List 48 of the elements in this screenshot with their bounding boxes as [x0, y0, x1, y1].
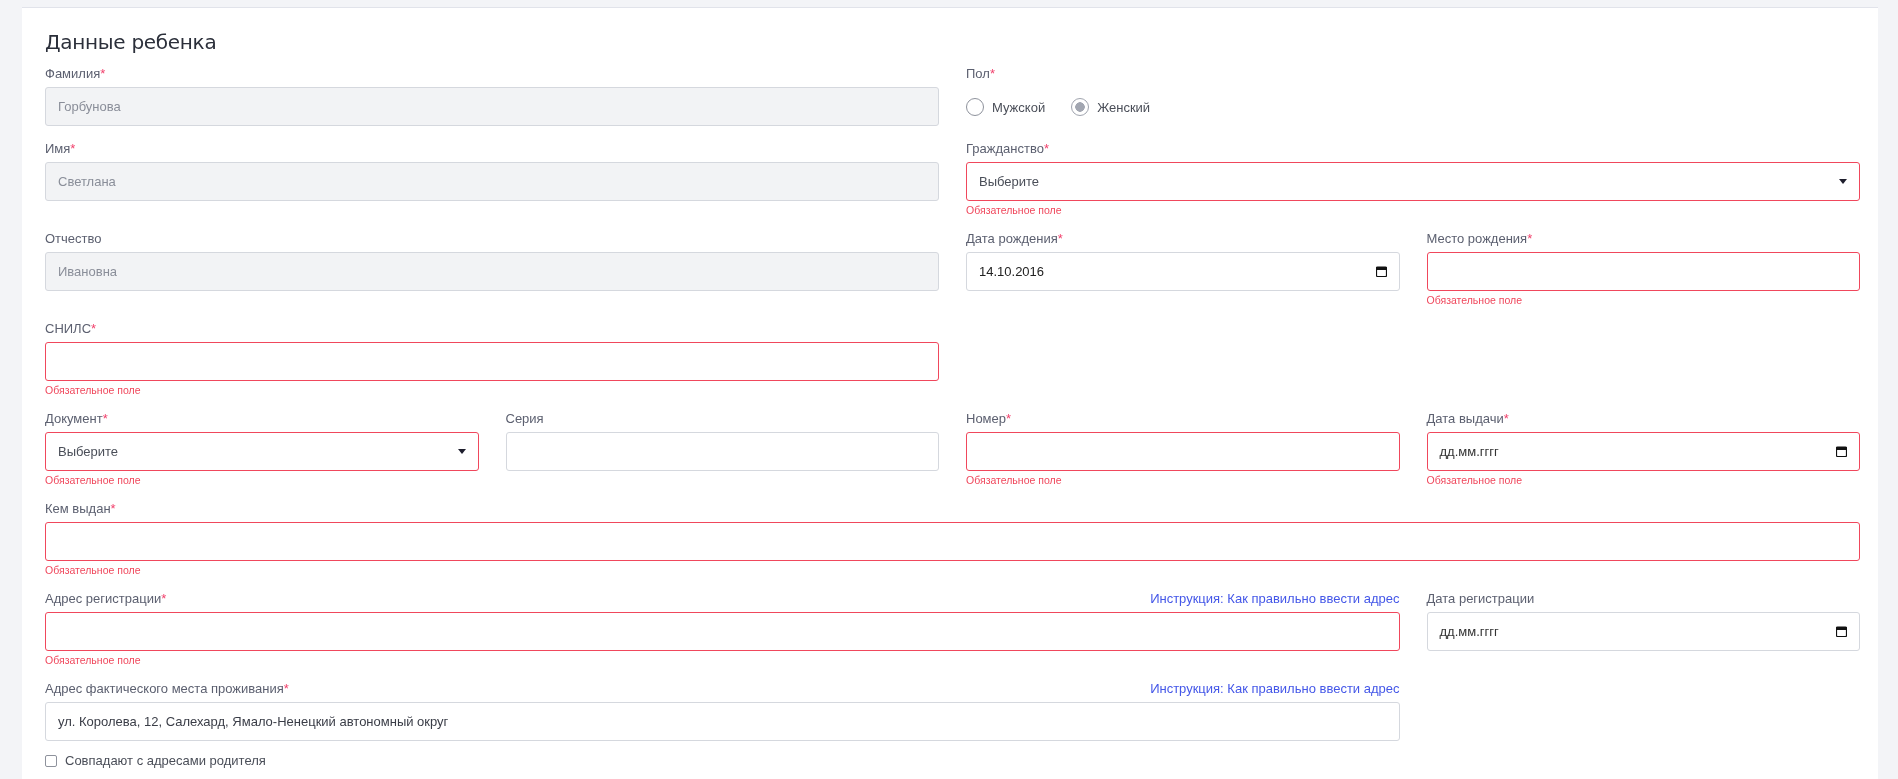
field-label: СНИЛС*	[45, 321, 97, 336]
input-field[interactable]	[1426, 252, 1860, 291]
field-label: Имя*	[45, 141, 76, 156]
error-message: Обязательное поле	[45, 654, 142, 667]
calendar-icon	[1375, 266, 1387, 277]
input-field[interactable]	[45, 522, 1860, 561]
select-field[interactable]: Выберите	[966, 162, 1860, 201]
field-label: Документ*	[45, 411, 108, 426]
calendar-icon	[1836, 626, 1847, 637]
error-message: Обязательное поле	[45, 564, 142, 577]
calendar-icon	[1836, 446, 1847, 457]
caret-icon	[1839, 179, 1847, 184]
field-label: Адрес регистрации*	[45, 591, 167, 606]
radio-label: Женский	[1097, 99, 1151, 115]
radio-label: Мужской	[992, 99, 1046, 115]
field-label: Место рождения*	[1426, 231, 1533, 246]
error-message: Обязательное поле	[45, 384, 142, 397]
date-field[interactable]: дд.мм.гггг	[1426, 432, 1860, 471]
input-field[interactable]	[45, 342, 939, 381]
field-label: Дата рождения*	[966, 231, 1063, 246]
select-field[interactable]: Выберите	[45, 432, 479, 471]
field-label: Адрес фактического места проживания*	[45, 681, 289, 696]
error-message: Обязательное поле	[1426, 294, 1523, 307]
date-field[interactable]: дд.мм.гггг	[1426, 612, 1860, 651]
error-message: Обязательное поле	[1426, 474, 1523, 487]
section-title: Данные ребенка	[45, 30, 218, 54]
checkbox[interactable]	[45, 754, 57, 767]
field-label: Дата выдачи*	[1426, 411, 1509, 426]
field-label: Серия	[505, 411, 544, 426]
error-message: Обязательное поле	[45, 474, 142, 487]
error-message: Обязательное поле	[966, 474, 1063, 487]
caret-icon	[457, 449, 466, 454]
instruction-link[interactable]: Инструкция: Как правильно ввести адрес	[1150, 591, 1400, 606]
field-label: Номер*	[966, 411, 1012, 426]
field-label: Дата регистрации	[1426, 591, 1535, 606]
instruction-link[interactable]: Инструкция: Как правильно ввести адрес	[1150, 681, 1400, 696]
input-field[interactable]: ул. Королева, 12, Салехард, Ямало-Ненецкий автономный округ	[45, 702, 1400, 741]
field-label: Гражданство*	[966, 141, 1049, 156]
field-label: Пол*	[966, 66, 995, 81]
date-field[interactable]: 14.10.2016	[966, 252, 1400, 291]
checkbox-label: Совпадают с адресами родителя	[65, 753, 266, 768]
field-label: Фамилия*	[45, 66, 106, 81]
input-field[interactable]	[966, 432, 1400, 471]
error-message: Обязательное поле	[966, 204, 1063, 217]
field-label: Кем выдан*	[45, 501, 116, 516]
input-field[interactable]	[45, 612, 1400, 651]
radio-button[interactable]	[1071, 98, 1090, 116]
field-label: Отчество	[45, 231, 102, 246]
